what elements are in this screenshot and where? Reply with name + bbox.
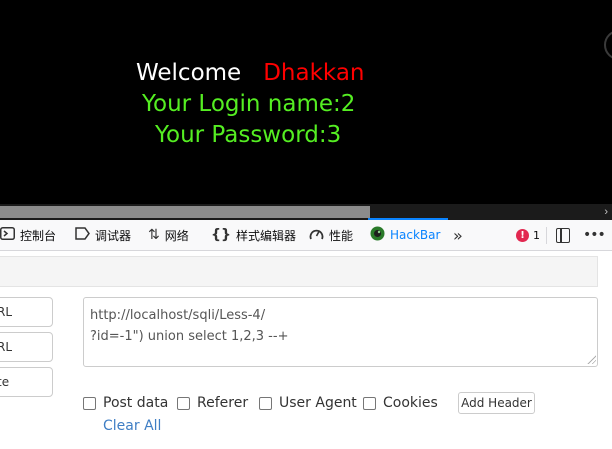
welcome-word: Welcome	[136, 60, 242, 86]
active-tab-indicator	[368, 218, 448, 220]
error-counter[interactable]: ! 1	[516, 220, 540, 250]
url-textarea[interactable]: http://localhost/sqli/Less-4/ ?id=-1") u…	[83, 297, 598, 367]
error-count-label: 1	[533, 228, 540, 242]
load-url-button[interactable]: RL	[0, 297, 53, 327]
tab-debugger[interactable]: 调试器	[75, 220, 131, 250]
circle-icon	[604, 30, 612, 60]
tab-console-label: 控制台	[20, 228, 57, 243]
add-header-button[interactable]: Add Header	[458, 392, 535, 414]
cookies-label: Cookies	[383, 395, 438, 411]
debugger-icon	[75, 226, 90, 244]
referer-checkbox[interactable]	[177, 396, 190, 410]
tab-hackbar[interactable]: HackBar	[370, 220, 440, 250]
user-agent-label: User Agent	[279, 395, 357, 411]
execute-button[interactable]: te	[0, 367, 53, 397]
user-agent-option[interactable]: User Agent	[259, 394, 357, 412]
scroll-right-arrow-icon[interactable]: ›	[604, 206, 608, 218]
devtools-toolbar: 控制台 调试器 ⇅ 网络 {} 样式编辑器 性能 HackBar » ! 1 •…	[0, 220, 612, 251]
page-viewport: Welcome Dhakkan Your Login name:2 Your Pa…	[0, 0, 612, 220]
tab-performance[interactable]: 性能	[309, 220, 353, 250]
tab-style-editor[interactable]: {} 样式编辑器	[211, 220, 296, 250]
login-name-text: Your Login name:2	[142, 91, 356, 117]
hackbar-icon	[370, 226, 385, 245]
horizontal-scrollbar[interactable]: ›	[0, 204, 612, 220]
error-icon: !	[516, 228, 529, 242]
post-data-option[interactable]: Post data	[83, 394, 168, 412]
scrollbar-thumb[interactable]	[0, 206, 370, 218]
performance-icon	[309, 227, 324, 244]
style-editor-icon: {}	[211, 227, 231, 243]
referer-label: Referer	[197, 395, 249, 411]
password-text: Your Password:3	[155, 122, 342, 148]
tab-console[interactable]: 控制台	[0, 220, 56, 250]
tab-network[interactable]: ⇅ 网络	[148, 220, 189, 250]
user-agent-checkbox[interactable]	[259, 396, 272, 410]
tab-performance-label: 性能	[329, 228, 354, 243]
tab-network-label: 网络	[164, 228, 189, 243]
dock-side-icon[interactable]	[556, 220, 570, 250]
user-name: Dhakkan	[263, 60, 365, 86]
tab-style-editor-label: 样式编辑器	[235, 228, 296, 243]
hackbar-menu-bar	[0, 256, 598, 287]
split-url-button[interactable]: RL	[0, 332, 53, 362]
cookies-option[interactable]: Cookies	[363, 394, 438, 412]
more-tabs-chevron-icon[interactable]: »	[453, 220, 463, 250]
welcome-message: Welcome Dhakkan	[136, 59, 365, 87]
tab-debugger-label: 调试器	[95, 228, 132, 243]
tab-hackbar-label: HackBar	[390, 228, 441, 242]
referer-option[interactable]: Referer	[177, 394, 248, 412]
post-data-label: Post data	[103, 395, 169, 411]
toolbar-divider	[546, 227, 547, 244]
clear-all-link[interactable]: Clear All	[103, 418, 161, 434]
cookies-checkbox[interactable]	[363, 396, 376, 410]
post-data-checkbox[interactable]	[83, 396, 96, 410]
more-options-icon[interactable]: •••	[583, 220, 606, 250]
console-icon	[0, 226, 15, 244]
network-icon: ⇅	[148, 227, 160, 243]
